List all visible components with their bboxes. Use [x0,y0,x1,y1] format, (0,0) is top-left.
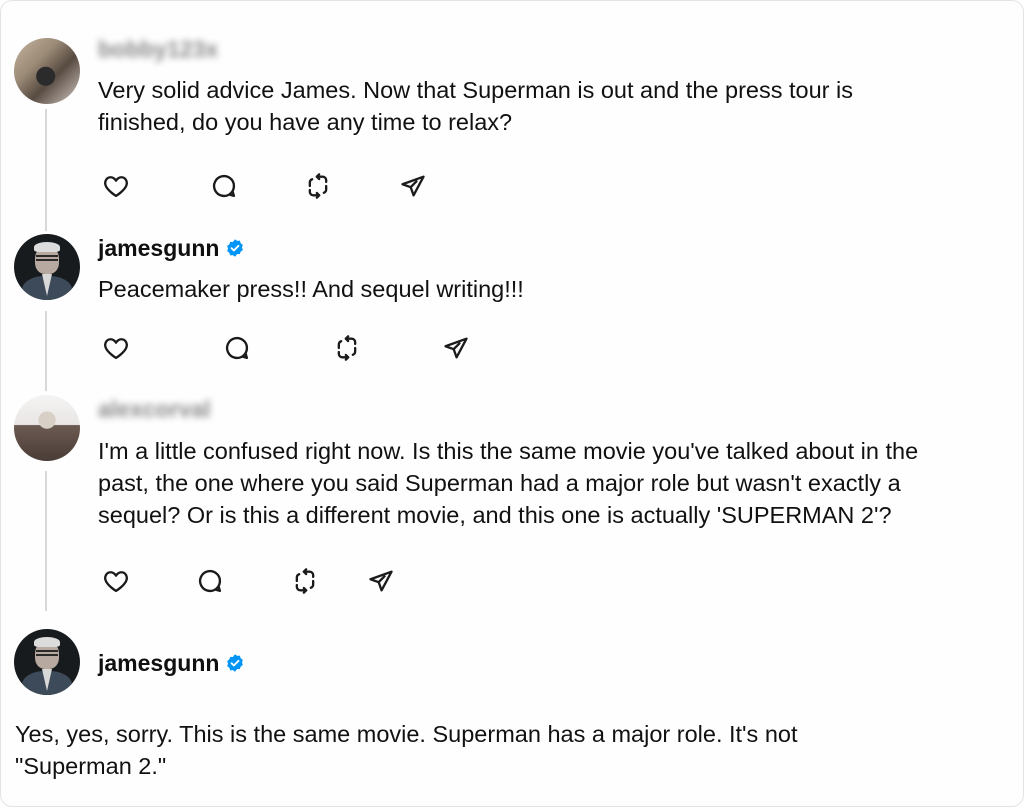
like-button[interactable] [101,566,131,596]
heart-icon [104,571,128,593]
comment-icon [198,569,222,593]
thread-connector [45,109,47,231]
share-button[interactable] [366,566,396,596]
username[interactable]: alexcorval [98,395,211,423]
verified-badge-icon [227,239,244,257]
send-icon [444,337,468,359]
thread-connector [45,471,47,611]
share-button[interactable] [398,171,428,201]
send-icon [369,570,393,592]
heart-icon [104,176,128,198]
post-actions [98,333,478,363]
comment-icon [212,174,236,198]
username-row: jamesgunn [98,234,245,262]
post-text: I'm a little confused right now. Is this… [98,438,919,528]
heart-icon [104,338,128,360]
repost-button[interactable] [303,171,333,201]
comment-icon [225,336,249,360]
repost-button[interactable] [290,566,320,596]
username[interactable]: jamesgunn [98,235,219,261]
avatar[interactable] [14,234,80,300]
reply-button[interactable] [209,171,239,201]
username[interactable]: bobby123x [98,35,218,63]
reply-button[interactable] [195,566,225,596]
post-actions [98,171,438,201]
reply-button[interactable] [222,333,252,363]
post-actions [98,566,408,596]
like-button[interactable] [101,333,131,363]
post-text: Peacemaker press!! And sequel writing!!! [98,276,524,302]
post-text: Yes, yes, sorry. This is the same movie.… [15,721,798,779]
share-button[interactable] [441,333,471,363]
send-icon [401,175,425,197]
username[interactable]: jamesgunn [98,650,219,676]
post-text: Very solid advice James. Now that Superm… [98,77,853,135]
repost-icon [337,335,357,361]
repost-button[interactable] [332,333,362,363]
avatar[interactable] [14,38,80,104]
thread-container: bobby123x Very solid advice James. Now t… [0,0,1024,807]
username-row: jamesgunn [98,649,245,677]
like-button[interactable] [101,171,131,201]
avatar[interactable] [14,395,80,461]
repost-icon [295,568,315,594]
verified-badge-icon [227,654,244,672]
avatar[interactable] [14,629,80,695]
repost-icon [308,173,328,199]
thread-connector [45,311,47,391]
